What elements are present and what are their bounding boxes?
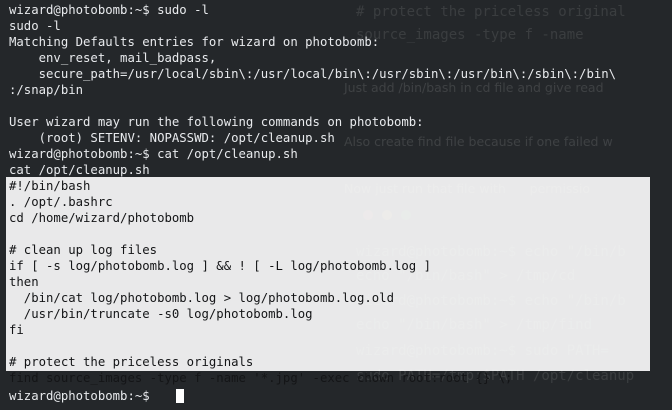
screenshot-stage: # protect the priceless original source_… xyxy=(0,0,672,410)
script-line: fi xyxy=(9,323,24,337)
terminal-line: secure_path=/usr/local/sbin\:/usr/local/… xyxy=(9,67,617,81)
terminal-line: cat /opt/cleanup.sh xyxy=(9,163,150,177)
terminal-line: wizard@photobomb:~$ cat /opt/cleanup.sh xyxy=(9,147,298,161)
terminal-line: env_reset, mail_badpass, xyxy=(9,51,217,65)
terminal-line: sudo -l xyxy=(9,19,61,33)
text-cursor xyxy=(176,389,184,403)
shell-prompt[interactable]: wizard@photobomb:~$ xyxy=(9,388,157,404)
terminal-line: Matching Defaults entries for wizard on … xyxy=(9,35,380,49)
script-line: /bin/cat log/photobomb.log > log/photobo… xyxy=(9,291,394,305)
script-line: /usr/bin/truncate -s0 log/photobomb.log xyxy=(9,307,313,321)
script-line: then xyxy=(9,275,39,289)
terminal-line: (root) SETENV: NOPASSWD: /opt/cleanup.sh xyxy=(9,131,335,145)
terminal-window[interactable]: wizard@photobomb:~$ sudo -l sudo -l Matc… xyxy=(0,0,672,410)
script-line: cd /home/wizard/photobomb xyxy=(9,211,195,225)
terminal-line: :/snap/bin xyxy=(9,83,84,97)
script-line: #!/bin/bash xyxy=(9,179,91,193)
script-line: # clean up log files xyxy=(9,243,158,257)
script-line: if [ -s log/photobomb.log ] && ! [ -L lo… xyxy=(9,259,431,273)
script-line: . /opt/.bashrc xyxy=(9,195,113,209)
terminal-line: wizard@photobomb:~$ sudo -l xyxy=(9,3,209,17)
script-line: # protect the priceless originals xyxy=(9,355,254,369)
script-line: find source_images -type f -name '*.jpg'… xyxy=(9,371,513,385)
terminal-line: User wizard may run the following comman… xyxy=(9,115,424,129)
